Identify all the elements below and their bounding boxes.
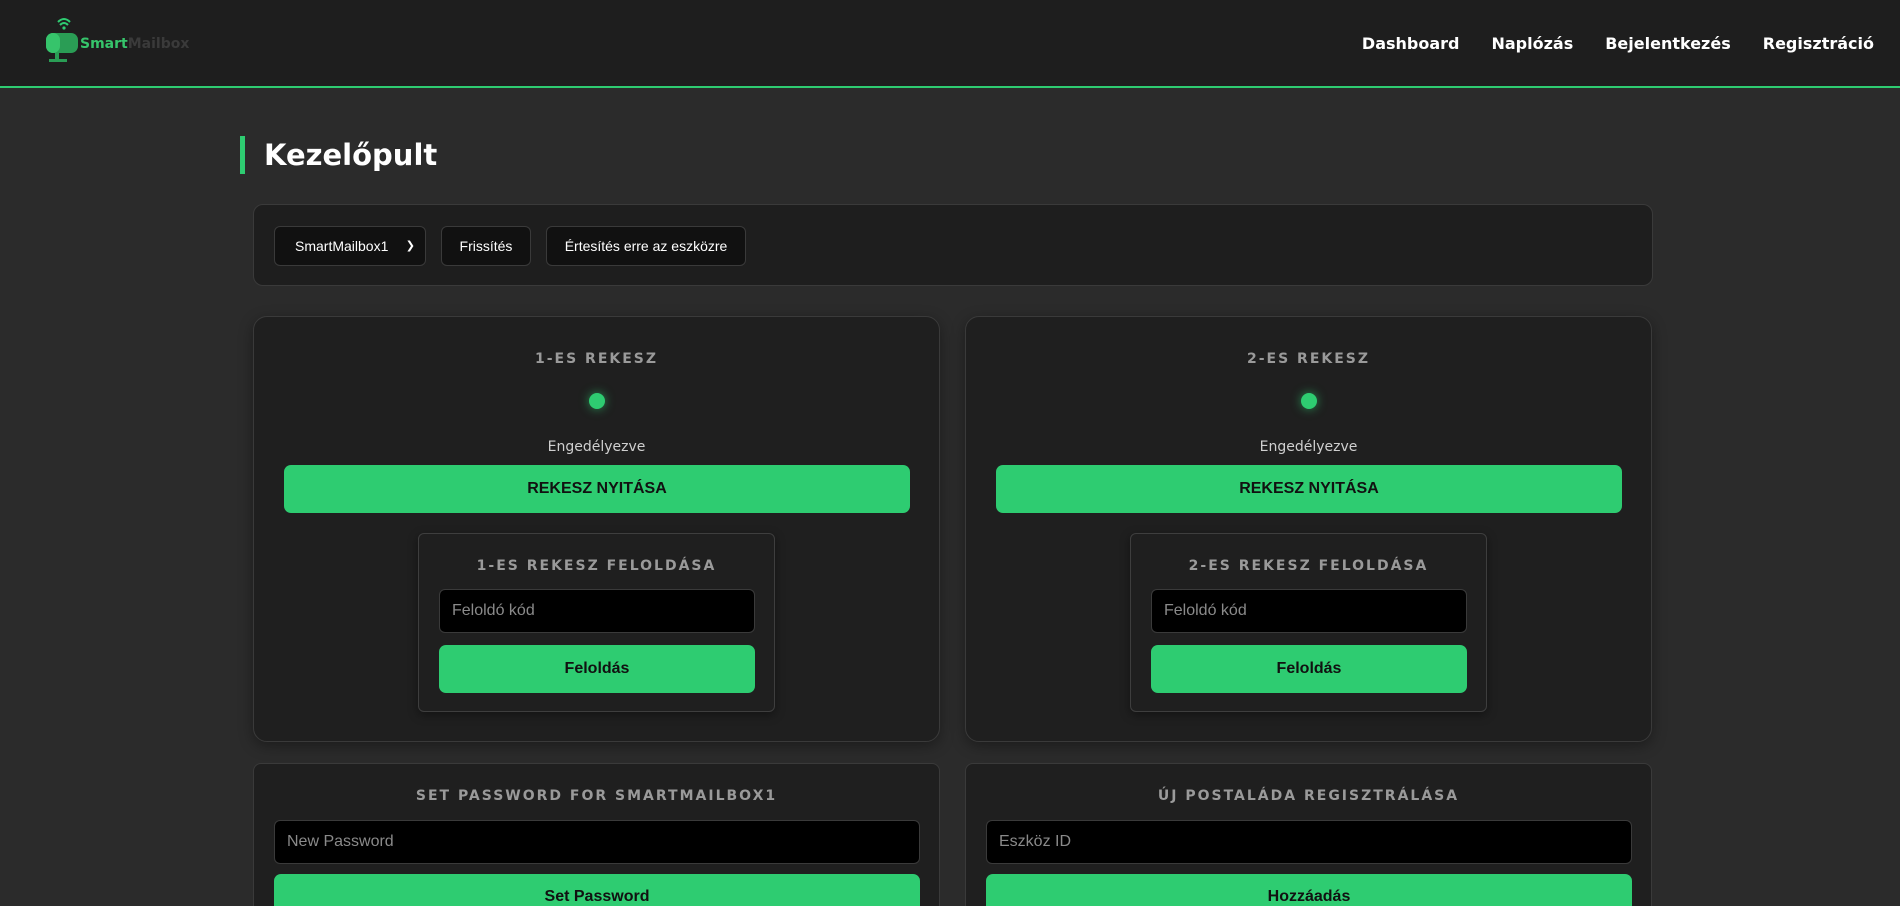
open-compartment-button[interactable]: REKESZ NYITÁSA [996, 465, 1622, 513]
compartment-title: 2-ES REKESZ [1246, 351, 1371, 367]
open-compartment-button[interactable]: REKESZ NYITÁSA [284, 465, 910, 513]
status-text: Engedélyezve [1259, 439, 1358, 455]
set-password-card: SET PASSWORD FOR SMARTMAILBOX1 Set Passw… [253, 763, 940, 906]
top-navbar: SmartMailbox Dashboard Naplózás Bejelent… [0, 0, 1900, 88]
device-toolbar: SmartMailbox1 ❯ Frissítés Értesítés erre… [253, 204, 1653, 286]
unlock-code-input[interactable] [1151, 589, 1467, 633]
device-select-value: SmartMailbox1 [295, 238, 389, 254]
register-mailbox-card: ÚJ POSTALÁDA REGISZTRÁLÁSA Hozzáadás [965, 763, 1652, 906]
unlock-panel: 1-ES REKESZ FELOLDÁSA Feloldás [418, 533, 775, 712]
compartment-title: 1-ES REKESZ [534, 351, 659, 367]
nav-dashboard[interactable]: Dashboard [1362, 34, 1460, 53]
page-title: Kezelőpult [264, 138, 438, 172]
unlock-button[interactable]: Feloldás [439, 645, 755, 693]
brand-name-part2: Mailbox [127, 36, 190, 52]
unlock-panel: 2-ES REKESZ FELOLDÁSA Feloldás [1130, 533, 1487, 712]
nav-logging[interactable]: Naplózás [1491, 34, 1573, 53]
device-select[interactable]: SmartMailbox1 ❯ [274, 226, 426, 266]
device-id-input[interactable] [986, 820, 1632, 864]
page-title-container: Kezelőpult [240, 136, 437, 174]
unlock-button[interactable]: Feloldás [1151, 645, 1467, 693]
refresh-button[interactable]: Frissítés [441, 226, 531, 266]
unlock-code-input[interactable] [439, 589, 755, 633]
set-password-button[interactable]: Set Password [274, 874, 920, 906]
chevron-down-icon: ❯ [405, 240, 415, 252]
status-text: Engedélyezve [547, 439, 646, 455]
brand-name-part1: Smart [80, 36, 128, 52]
unlock-title: 1-ES REKESZ FELOLDÁSA [476, 558, 717, 574]
set-password-title: SET PASSWORD FOR SMARTMAILBOX1 [415, 788, 778, 804]
nav-register[interactable]: Regisztráció [1763, 34, 1874, 53]
mailbox-icon [46, 18, 78, 62]
status-indicator [1301, 393, 1317, 409]
unlock-title: 2-ES REKESZ FELOLDÁSA [1188, 558, 1429, 574]
compartment-card-1: 1-ES REKESZ Engedélyezve REKESZ NYITÁSA … [253, 316, 940, 742]
notify-device-button[interactable]: Értesítés erre az eszközre [546, 226, 746, 266]
register-mailbox-title: ÚJ POSTALÁDA REGISZTRÁLÁSA [1157, 788, 1460, 804]
status-indicator [589, 393, 605, 409]
nav-links: Dashboard Naplózás Bejelentkezés Regiszt… [1362, 34, 1874, 53]
brand-logo[interactable]: SmartMailbox [44, 14, 194, 62]
nav-login[interactable]: Bejelentkezés [1605, 34, 1731, 53]
new-password-input[interactable] [274, 820, 920, 864]
compartment-card-2: 2-ES REKESZ Engedélyezve REKESZ NYITÁSA … [965, 316, 1652, 742]
add-mailbox-button[interactable]: Hozzáadás [986, 874, 1632, 906]
brand-name: SmartMailbox [80, 36, 189, 52]
